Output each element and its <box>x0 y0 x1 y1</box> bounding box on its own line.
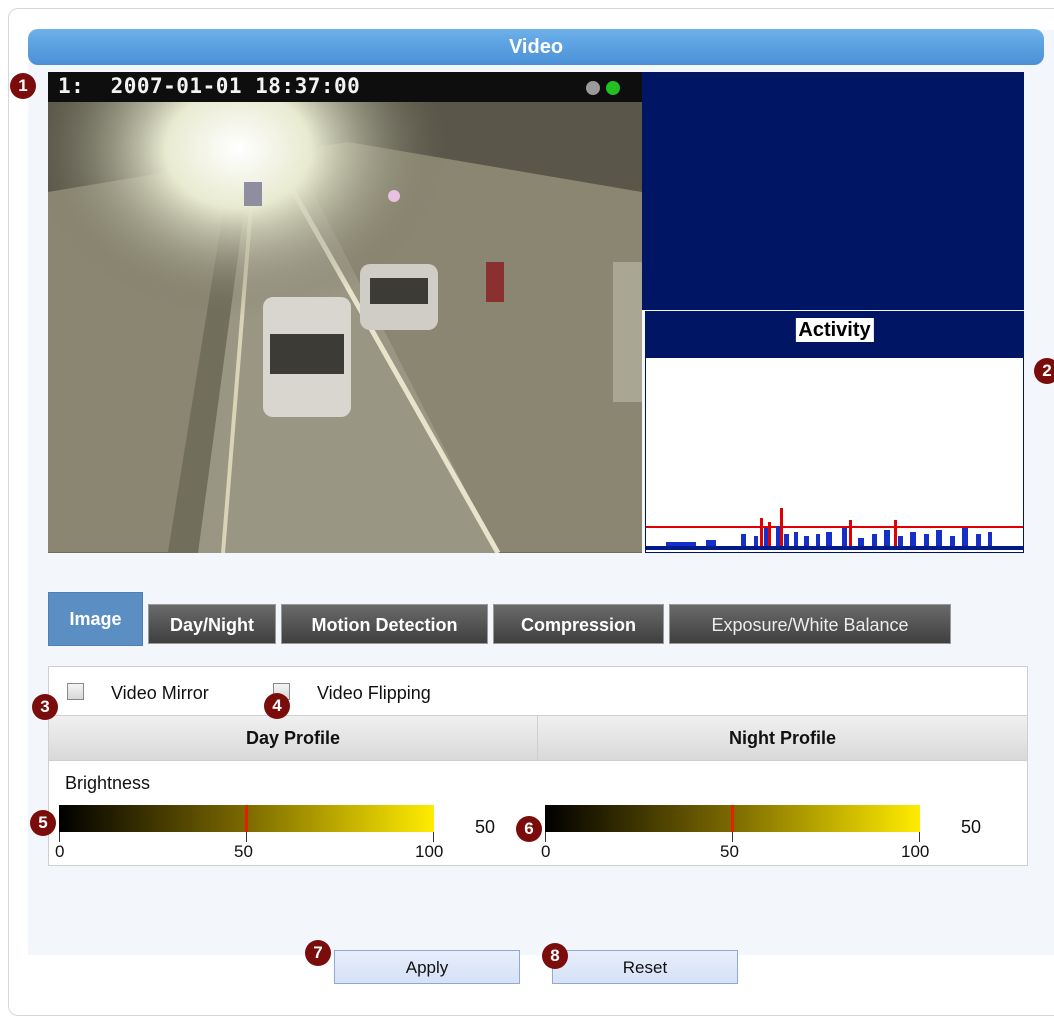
tab-compression[interactable]: Compression <box>493 604 664 644</box>
night-tick-min: 0 <box>541 842 551 861</box>
day-brightness-handle[interactable] <box>245 805 248 832</box>
video-osd-bar: 1: 2007-01-01 18:37:00 <box>48 72 642 102</box>
brightness-label: Brightness <box>65 773 151 793</box>
window-title: Video <box>28 29 1044 65</box>
day-brightness-slider[interactable] <box>59 805 434 832</box>
day-tick-0 <box>59 832 60 842</box>
video-mirror-checkbox[interactable] <box>67 683 84 700</box>
callout-6: 6 <box>516 816 542 842</box>
night-tick-50 <box>732 832 733 842</box>
video-mirror-label: Video Mirror <box>111 683 209 703</box>
night-tick-mid: 50 <box>720 842 739 861</box>
activity-chart <box>646 508 1023 550</box>
activity-graph: Activity <box>645 311 1024 553</box>
tunnel-scene-image <box>48 72 642 553</box>
night-brightness-handle[interactable] <box>731 805 734 832</box>
day-profile-header: Day Profile <box>49 715 538 761</box>
day-tick-mid: 50 <box>234 842 253 861</box>
tab-motion-detection[interactable]: Motion Detection <box>281 604 488 644</box>
day-tick-max: 100 <box>415 842 444 861</box>
day-brightness-value: 50 <box>475 817 496 837</box>
tab-exposure-white-balance[interactable]: Exposure/White Balance <box>669 604 951 644</box>
day-tick-50 <box>246 832 247 842</box>
reset-button[interactable]: Reset <box>552 950 738 984</box>
callout-7: 7 <box>305 940 331 966</box>
day-tick-100 <box>433 832 434 842</box>
day-tick-min: 0 <box>55 842 65 861</box>
camera-video-view[interactable]: 1: 2007-01-01 18:37:00 <box>48 72 642 553</box>
callout-8: 8 <box>542 943 568 969</box>
sidebar-top-area <box>642 72 1024 310</box>
callout-2: 2 <box>1034 358 1054 384</box>
night-brightness-slider[interactable] <box>545 805 920 832</box>
callout-4: 4 <box>264 693 290 719</box>
apply-button[interactable]: Apply <box>334 950 520 984</box>
night-tick-max: 100 <box>901 842 930 861</box>
callout-5: 5 <box>30 810 56 836</box>
video-timestamp: 1: 2007-01-01 18:37:00 <box>58 74 361 98</box>
tab-image[interactable]: Image <box>48 592 143 646</box>
night-brightness-value: 50 <box>961 817 982 837</box>
activity-title: Activity <box>795 318 874 342</box>
tab-day-night[interactable]: Day/Night <box>148 604 276 644</box>
callout-3: 3 <box>32 694 58 720</box>
video-flipping-label: Video Flipping <box>317 683 431 703</box>
night-profile-header: Night Profile <box>538 715 1027 761</box>
status-led-gray-icon <box>586 81 600 95</box>
callout-1: 1 <box>10 73 36 99</box>
status-led-green-icon <box>606 81 620 95</box>
night-tick-100 <box>919 832 920 842</box>
night-tick-0 <box>545 832 546 842</box>
activity-header: Activity <box>646 312 1023 358</box>
